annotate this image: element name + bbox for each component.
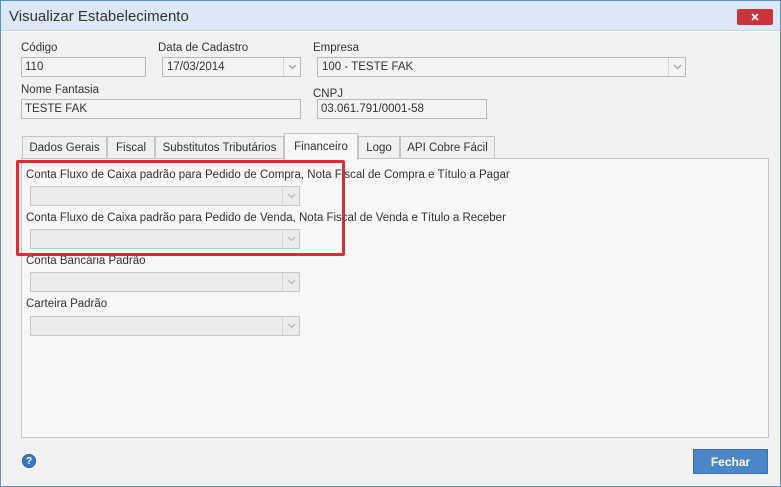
tab-fiscal[interactable]: Fiscal [107,136,155,159]
nome-fantasia-field[interactable]: TESTE FAK [21,99,301,119]
close-window-button[interactable] [737,9,773,25]
title-bar: Visualizar Estabelecimento [1,1,780,31]
tab-substitutos-tributarios[interactable]: Substitutos Tributários [155,136,284,159]
data-cadastro-value: 17/03/2014 [167,61,225,73]
tab-dados-gerais[interactable]: Dados Gerais [22,136,107,159]
chevron-down-icon [673,64,681,70]
tab-financeiro[interactable]: Financeiro [284,133,358,160]
codigo-label: Código [21,42,58,54]
tab-logo[interactable]: Logo [358,136,400,159]
data-cadastro-label: Data de Cadastro [158,42,249,54]
nome-fantasia-label: Nome Fantasia [21,84,99,96]
codigo-field[interactable]: 110 [21,57,146,77]
conta-bancaria-label: Conta Bancária Padrão [26,255,146,267]
carteira-select[interactable] [30,316,300,336]
data-cadastro-picker[interactable]: 17/03/2014 [162,57,301,77]
chevron-down-icon [287,323,295,329]
empresa-select[interactable]: 100 - TESTE FAK [317,57,686,77]
carteira-label: Carteira Padrão [26,298,108,310]
empresa-label: Empresa [313,42,360,54]
chevron-down-icon [288,64,296,70]
window-title: Visualizar Estabelecimento [9,8,189,25]
conta-bancaria-dropdown-button[interactable] [282,273,299,291]
help-icon[interactable]: ? [22,454,36,468]
fechar-button[interactable]: Fechar [693,449,768,474]
dialog-body: Código 110 Data de Cadastro 17/03/2014 E… [2,32,779,486]
conta-bancaria-select[interactable] [30,272,300,292]
empresa-value: 100 - TESTE FAK [322,61,414,73]
carteira-dropdown-button[interactable] [282,317,299,335]
highlight-annotation-box [16,160,345,256]
data-cadastro-dropdown-button[interactable] [283,58,300,76]
dialog-window: Visualizar Estabelecimento Código 110 Da… [0,0,781,487]
empresa-dropdown-button[interactable] [668,58,685,76]
chevron-down-icon [287,279,295,285]
close-icon [751,13,759,21]
cnpj-field[interactable]: 03.061.791/0001-58 [317,99,487,119]
tab-api-cobre-facil[interactable]: API Cobre Fácil [400,136,495,159]
